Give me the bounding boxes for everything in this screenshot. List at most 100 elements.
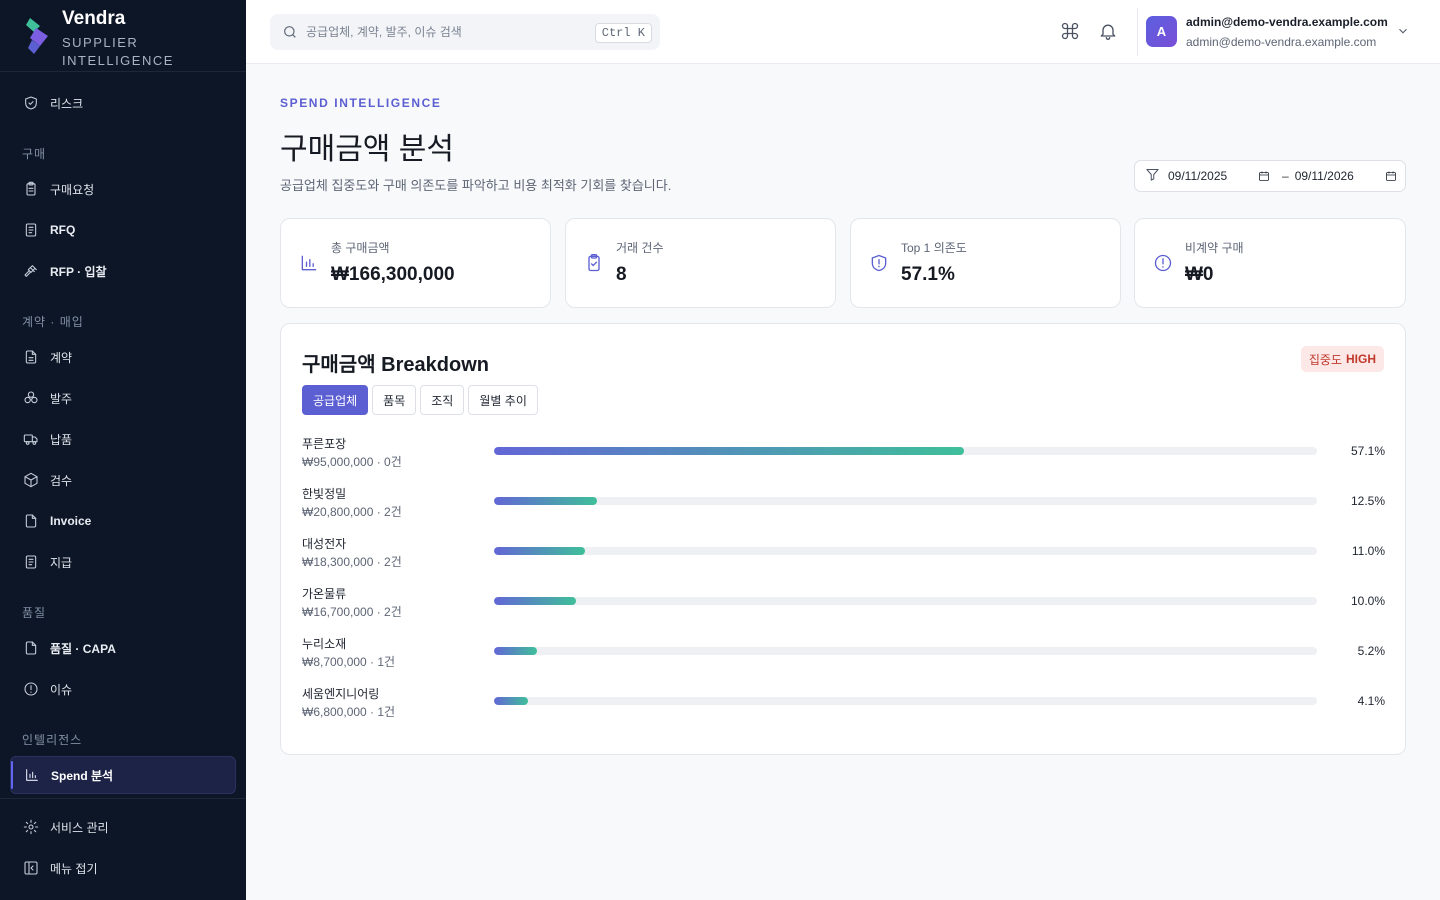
bar-chart-icon <box>24 767 40 783</box>
shield-alert-icon <box>869 253 889 273</box>
sidebar-item-label: Spend 분석 <box>51 768 114 783</box>
filter-icon <box>1145 167 1160 185</box>
date-from-input[interactable]: 09/11/2025 <box>1168 169 1270 183</box>
brand[interactable]: Vendra SUPPLIER INTELLIGENCE <box>0 0 246 72</box>
kpi-value: 8 <box>616 264 627 285</box>
document-list-icon <box>23 222 39 238</box>
file-text-icon <box>23 349 39 365</box>
page-title: 구매금액 분석 <box>280 133 454 166</box>
supplier-amount: ₩95,000,000 · 0건 <box>302 455 402 469</box>
sidebar-item-po[interactable]: 발주 <box>10 379 236 417</box>
tab-monthly-trend[interactable]: 월별 추이 <box>468 385 538 415</box>
breakdown-title: 구매금액 Breakdown <box>302 348 489 377</box>
share-percent: 10.0% <box>1350 594 1385 608</box>
section-label-contract: 계약 · 매입 <box>22 315 84 329</box>
kpi-value: 57.1% <box>901 264 955 285</box>
truck-icon <box>23 431 39 447</box>
sidebar-item-invoice[interactable]: Invoice <box>10 502 236 540</box>
brand-subtitle-line2: INTELLIGENCE <box>62 53 174 68</box>
package-icon <box>23 472 39 488</box>
date-range-filter: 09/11/2025 – 09/11/2026 <box>1134 160 1406 192</box>
kpi-total-spend: 총 구매금액 ₩166,300,000 <box>280 218 551 308</box>
sidebar-item-delivery[interactable]: 납품 <box>10 420 236 458</box>
sidebar-item-inspection[interactable]: 검수 <box>10 461 236 499</box>
breakdown-row[interactable]: 한빛정밀 ₩20,800,000 · 2건 12.5% <box>302 485 1385 525</box>
share-percent: 12.5% <box>1350 494 1385 508</box>
sidebar-item-rfq[interactable]: RFQ <box>10 211 236 249</box>
breakdown-row[interactable]: 푸른포장 ₩95,000,000 · 0건 57.1% <box>302 435 1385 475</box>
share-bar-track <box>494 497 1317 505</box>
alert-circle-icon <box>1153 253 1173 273</box>
share-bar-track <box>494 447 1317 455</box>
sidebar-item-service[interactable]: 서비스 관리 <box>10 808 236 846</box>
tab-supplier[interactable]: 공급업체 <box>302 385 369 415</box>
supplier-amount: ₩6,800,000 · 1건 <box>302 705 396 719</box>
share-bar-fill <box>494 647 537 655</box>
bell-icon[interactable] <box>1097 20 1119 42</box>
share-bar-track <box>494 547 1317 555</box>
date-from-value: 09/11/2025 <box>1168 169 1228 183</box>
calendar-icon <box>1385 171 1396 181</box>
command-icon[interactable] <box>1059 20 1081 42</box>
sidebar-item-quality-capa[interactable]: 품질 · CAPA <box>10 629 236 667</box>
kpi-label: 총 구매금액 <box>331 241 390 255</box>
sidebar-item-label: 서비스 관리 <box>50 820 109 835</box>
breakdown-row[interactable]: 가온물류 ₩16,700,000 · 2건 10.0% <box>302 585 1385 625</box>
sidebar-item-purchase-request[interactable]: 구매요청 <box>10 170 236 208</box>
brand-name: Vendra <box>62 8 126 29</box>
kpi-transaction-count: 거래 건수 8 <box>565 218 836 308</box>
sidebar-divider <box>0 798 246 799</box>
brand-logo-icon <box>24 16 54 56</box>
user-name[interactable]: admin@demo-vendra.example.com <box>1186 15 1388 29</box>
collapse-sidebar-icon <box>23 860 39 876</box>
share-bar-track <box>494 597 1317 605</box>
breakdown-row[interactable]: 세움엔지니어링 ₩6,800,000 · 1건 4.1% <box>302 685 1385 725</box>
share-bar-fill <box>494 597 577 605</box>
shield-check-icon <box>23 95 39 111</box>
sidebar-item-contract[interactable]: 계약 <box>10 338 236 376</box>
share-percent: 5.2% <box>1357 644 1385 658</box>
supplier-amount: ₩8,700,000 · 1건 <box>302 655 396 669</box>
sidebar-item-rfp[interactable]: RFP · 입찰 <box>10 252 236 290</box>
topbar-divider <box>1137 8 1138 56</box>
badge-value: HIGH <box>1346 352 1376 366</box>
date-to-value: 09/11/2026 <box>1294 169 1354 183</box>
breakdown-title-prefix: 구매금액 <box>302 354 376 376</box>
search-input[interactable] <box>306 25 576 39</box>
sidebar-item-collapse[interactable]: 메뉴 접기 <box>10 849 236 887</box>
breakdown-tabs: 공급업체 품목 조직 월별 추이 <box>302 385 542 415</box>
chevron-down-icon[interactable] <box>1396 24 1410 38</box>
page-description: 공급업체 집중도와 구매 의존도를 파악하고 비용 최적화 기회를 찾습니다. <box>280 178 672 193</box>
calendar-icon <box>1259 171 1269 181</box>
search-box[interactable]: Ctrl K <box>270 14 660 50</box>
supplier-amount: ₩18,300,000 · 2건 <box>302 555 402 569</box>
sidebar-item-label: 발주 <box>50 391 73 406</box>
breakdown-title-bold: Breakdown <box>381 354 489 376</box>
sidebar-item-label: 납품 <box>50 432 73 447</box>
file-icon <box>23 640 39 656</box>
avatar[interactable]: A <box>1146 16 1177 47</box>
supplier-name: 대성전자 <box>302 537 347 551</box>
gear-icon <box>23 819 39 835</box>
breakdown-row[interactable]: 대성전자 ₩18,300,000 · 2건 11.0% <box>302 535 1385 575</box>
sidebar-item-issue[interactable]: 이슈 <box>10 670 236 708</box>
kpi-label: 비계약 구매 <box>1185 241 1244 255</box>
badge-label: 집중도 <box>1308 352 1342 367</box>
breakdown-row[interactable]: 누리소재 ₩8,700,000 · 1건 5.2% <box>302 635 1385 675</box>
sidebar-item-label: Invoice <box>50 514 92 528</box>
tab-organization[interactable]: 조직 <box>420 385 465 415</box>
sidebar-item-spend[interactable]: Spend 분석 <box>10 756 236 794</box>
supplier-amount: ₩16,700,000 · 2건 <box>302 605 402 619</box>
tab-item[interactable]: 품목 <box>372 385 417 415</box>
gavel-icon <box>23 263 39 279</box>
clipboard-check-icon <box>584 253 604 273</box>
share-bar-fill <box>494 547 585 555</box>
search-shortcut: Ctrl K <box>594 23 652 43</box>
date-to-input[interactable]: 09/11/2026 <box>1295 169 1397 183</box>
supplier-name: 푸른포장 <box>302 437 347 451</box>
sidebar-item-payment[interactable]: 지급 <box>10 543 236 581</box>
sidebar-item-label: 메뉴 접기 <box>50 861 98 876</box>
sidebar-item-risk[interactable]: 리스크 <box>10 84 236 122</box>
breakdown-card: 구매금액 Breakdown 집중도 HIGH 공급업체 품목 조직 월별 추이… <box>280 323 1406 755</box>
sidebar-item-label: 지급 <box>50 555 73 570</box>
